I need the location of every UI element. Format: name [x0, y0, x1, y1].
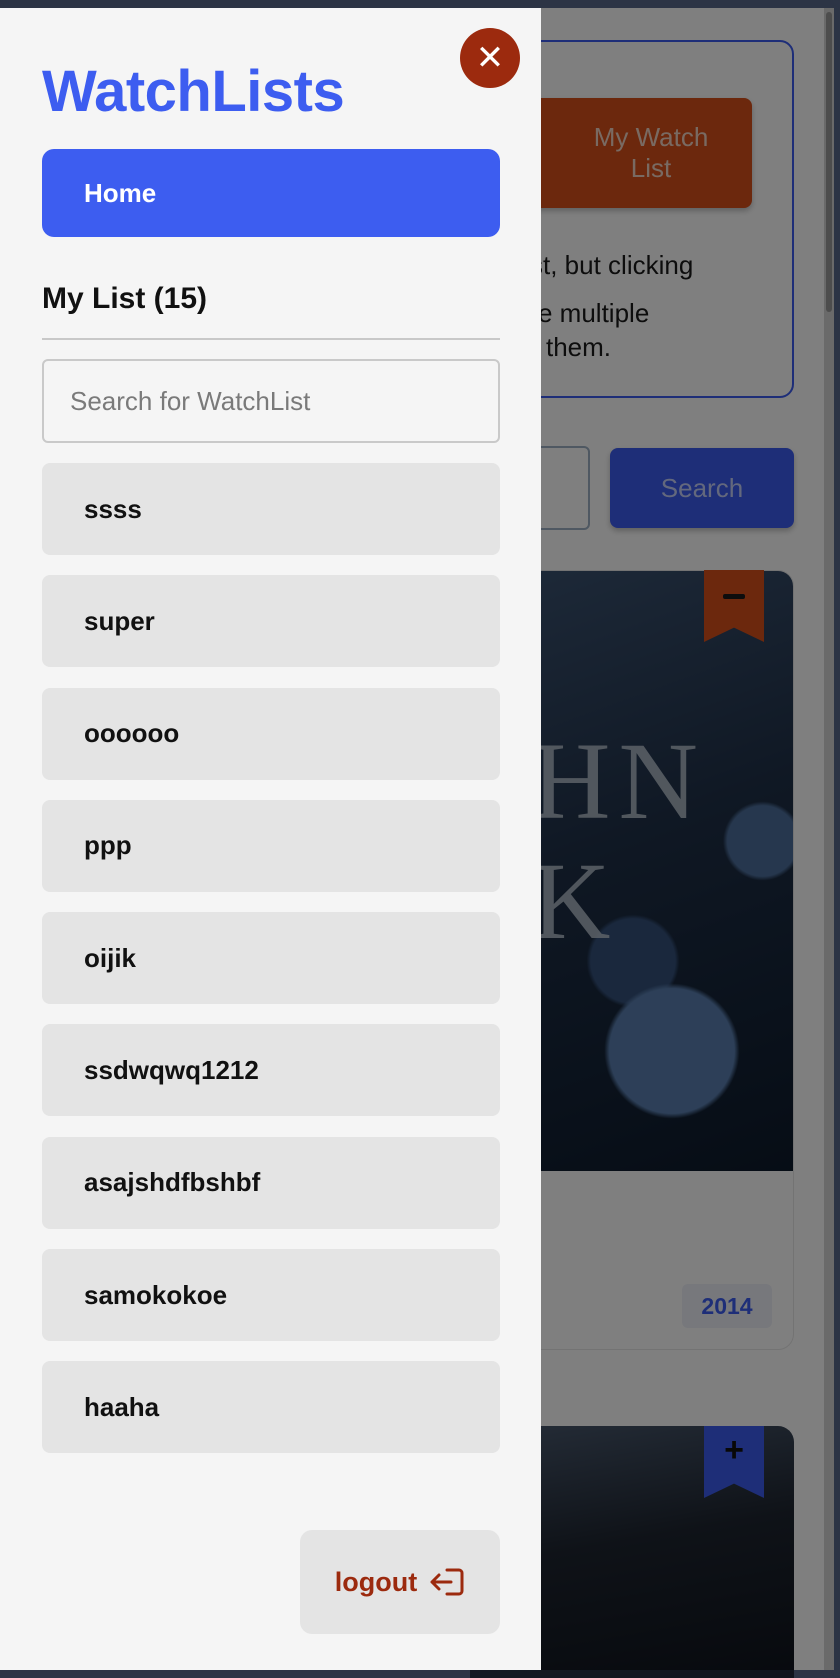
close-drawer-button[interactable]: ✕: [460, 28, 520, 88]
watchlist-item[interactable]: ssdwqwq1212: [42, 1024, 500, 1117]
watchlist-item[interactable]: asajshdfbshbf: [42, 1136, 500, 1229]
watchlist-item[interactable]: super: [42, 575, 500, 668]
watchlist-item[interactable]: ssss: [42, 463, 500, 555]
home-button[interactable]: Home: [42, 149, 500, 237]
drawer-title: WatchLists: [42, 59, 345, 124]
logout-button[interactable]: logout: [300, 1530, 500, 1634]
logout-icon: [430, 1568, 464, 1596]
watchlist-item[interactable]: ppp: [42, 799, 500, 892]
watchlists-drawer: WatchLists Home My List (15) ssss super …: [0, 8, 541, 1670]
divider: [42, 338, 500, 340]
my-list-heading: My List (15): [42, 282, 208, 315]
watchlist-item[interactable]: haaha: [42, 1361, 500, 1454]
watchlist-search-input[interactable]: [42, 359, 500, 443]
watchlist-item[interactable]: samokokoe: [42, 1249, 500, 1342]
close-icon: ✕: [475, 39, 505, 77]
watchlist-item[interactable]: oijik: [42, 912, 500, 1005]
window-top-edge: [0, 0, 840, 8]
watchlist-list: ssss super oooooo ppp oijik ssdwqwq1212 …: [42, 463, 500, 1474]
watchlist-item[interactable]: oooooo: [42, 687, 500, 780]
logout-label: logout: [334, 1566, 418, 1597]
